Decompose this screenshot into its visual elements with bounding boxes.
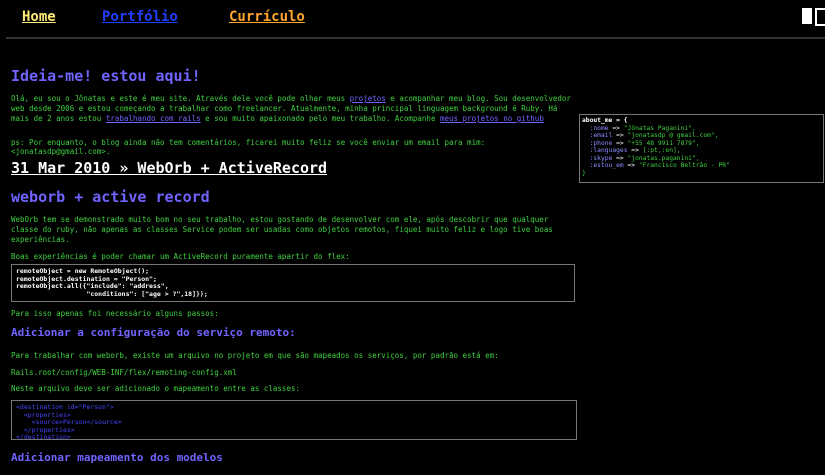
github-link[interactable]: meus projetos no github — [440, 114, 544, 123]
about-value: "jonatasdp @ gmail.com", — [627, 132, 719, 139]
toggle-square-icon[interactable] — [802, 8, 812, 24]
intro-text: e sou muito apaixonado pelo meu trabalho… — [200, 114, 440, 123]
about-value: "Jônatas Paganini", — [623, 124, 696, 132]
post-paragraph: Para trabalhar com weborb, existe um arq… — [11, 351, 499, 360]
section-heading: Adicionar mapeamento dos modelos — [11, 451, 223, 464]
code-line: </destination> — [16, 433, 71, 441]
about-value: "Francisco Beltrão - PR" — [638, 162, 730, 169]
about-me-code-box: about_me = { :nome => "Jônatas Paganini"… — [579, 114, 824, 183]
file-path: Rails.root/config/WEB-INF/flex/remoting-… — [11, 368, 237, 377]
intro-text: Olá, eu sou o Jônatas e este é meu site.… — [11, 94, 350, 103]
about-key: :languages — [589, 147, 628, 154]
xml-code-block: <destination id="Person"> <properties> <… — [11, 400, 577, 441]
post-date-title-link[interactable]: 31 Mar 2010 » WebOrb + ActiveRecord — [11, 159, 327, 177]
about-header: about_me = { — [582, 117, 628, 124]
section-heading: Adicionar a configuração do serviço remo… — [11, 326, 296, 339]
nav-curriculo-link[interactable]: Currículo — [229, 9, 305, 25]
top-navigation-bar: Home Portfólio Currículo — [0, 0, 825, 34]
about-value: "jonatas.paganini", — [627, 154, 700, 162]
ps-note: ps: Por enquanto, o blog ainda não tem c… — [11, 138, 486, 156]
about-key: :phone — [589, 139, 613, 147]
page-tagline: Ideia-me! estou aqui! — [11, 67, 201, 85]
toggle-outline-icon[interactable] — [815, 8, 825, 26]
about-footer: } — [582, 169, 586, 177]
about-value: [:pt,:en], — [642, 147, 681, 154]
post-title: weborb + active record — [11, 188, 210, 206]
about-key: :nome — [589, 124, 609, 132]
nav-portfolio-link[interactable]: Portfólio — [102, 9, 178, 25]
rails-link[interactable]: trabalhando com rails — [106, 114, 201, 123]
about-value: "+55 48 9911 7879", — [627, 139, 700, 147]
code-line: "conditions": ["age > ?",18]}); — [16, 289, 208, 298]
post-paragraph: Para isso apenas foi necessário alguns p… — [11, 309, 219, 318]
about-key: :email — [589, 132, 613, 139]
about-key: :estou_em — [589, 162, 624, 169]
projetos-link[interactable]: projetos — [350, 94, 386, 103]
code-block: remoteObject = new RemoteObject(); remot… — [11, 264, 575, 302]
about-key: :skype — [589, 154, 613, 162]
nav-home-link[interactable]: Home — [22, 9, 56, 25]
post-paragraph: WebOrb tem se demonstrado muito bom no s… — [11, 215, 553, 244]
post-paragraph: Neste arquivo deve ser adicionado o mape… — [11, 384, 300, 393]
intro-paragraph: Olá, eu sou o Jônatas e este é meu site.… — [11, 94, 579, 124]
post-paragraph: Boas experiências é poder chamar um Acti… — [11, 252, 350, 261]
header-divider — [6, 37, 825, 39]
